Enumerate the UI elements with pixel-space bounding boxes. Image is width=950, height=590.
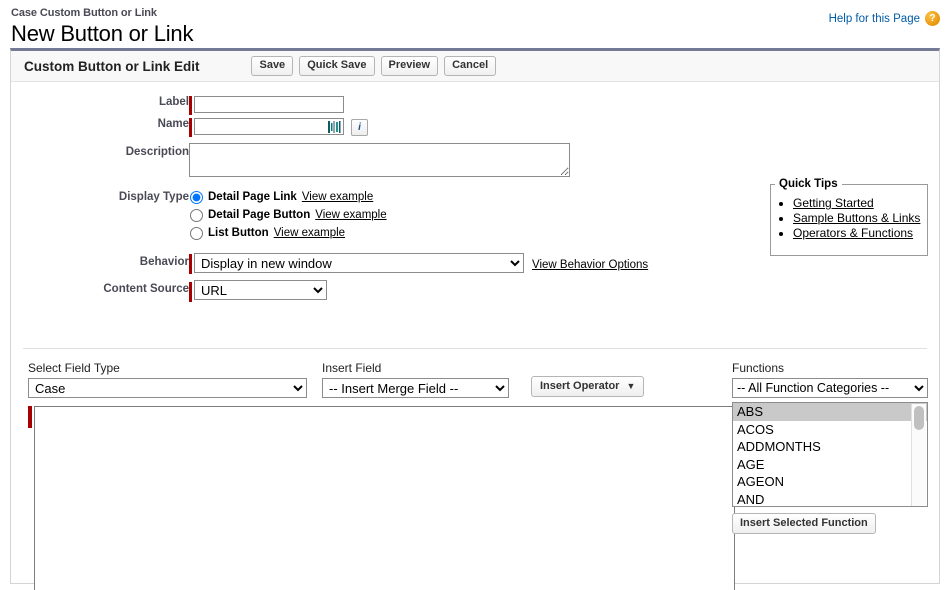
- name-input-wrap: [194, 118, 344, 136]
- insert-operator-group: Insert Operator ▼: [531, 376, 645, 398]
- label-row: Label: [11, 96, 648, 118]
- breadcrumb: Case Custom Button or Link: [11, 7, 157, 19]
- form-region: Label Name i Description Display Type De…: [11, 82, 939, 348]
- view-example-link-list-button[interactable]: View example: [274, 227, 345, 239]
- save-button[interactable]: Save: [251, 56, 294, 76]
- preview-button[interactable]: Preview: [380, 56, 439, 76]
- description-row: Description: [11, 140, 648, 180]
- content-source-select[interactable]: URL: [194, 280, 327, 301]
- view-behavior-options-link[interactable]: View Behavior Options: [532, 259, 648, 271]
- radio-label: List Button: [208, 227, 269, 239]
- display-type-row: Display Type Detail Page Link View examp…: [11, 180, 648, 242]
- insert-field-group: Insert Field -- Insert Merge Field --: [322, 361, 522, 398]
- quick-tip-link-getting-started[interactable]: Getting Started: [793, 196, 874, 210]
- view-example-link-detail-page-link[interactable]: View example: [302, 191, 373, 203]
- help-for-this-page-link[interactable]: Help for this Page: [829, 13, 920, 25]
- function-category-select[interactable]: -- All Function Categories --: [732, 378, 928, 398]
- page-title: New Button or Link: [11, 21, 194, 46]
- list-item: Sample Buttons & Links: [793, 211, 927, 225]
- custom-button-or-link-edit-panel: Custom Button or Link Edit Save Quick Sa…: [10, 48, 940, 590]
- label-input[interactable]: [194, 96, 344, 114]
- quick-save-button[interactable]: Quick Save: [299, 56, 375, 76]
- functions-listbox[interactable]: ABS ACOS ADDMONTHS AGE AGEON AND: [732, 402, 928, 507]
- quick-tips-list: Getting Started Sample Buttons & Links O…: [771, 196, 927, 240]
- required-marker: [189, 254, 192, 275]
- functions-scrollbar[interactable]: [911, 404, 926, 506]
- page-header: Case Custom Button or Link New Button or…: [0, 0, 950, 48]
- list-item: Operators & Functions: [793, 226, 927, 240]
- cancel-button[interactable]: Cancel: [444, 56, 497, 76]
- select-field-type-label: Select Field Type: [28, 361, 120, 375]
- insert-operator-label: Insert Operator: [540, 380, 620, 392]
- functions-panel: Functions -- All Function Categories -- …: [732, 361, 928, 534]
- quick-tips-box: Quick Tips Getting Started Sample Button…: [770, 178, 928, 256]
- content-source-label: Content Source: [103, 283, 189, 296]
- behavior-cell: Display in new window View Behavior Optio…: [189, 242, 648, 275]
- display-type-option-detail-page-link[interactable]: Detail Page Link View example: [189, 188, 648, 206]
- list-item[interactable]: ADDMONTHS: [733, 438, 927, 456]
- list-item[interactable]: AGE: [733, 456, 927, 474]
- list-item[interactable]: ABS: [733, 403, 927, 421]
- required-marker: [189, 281, 192, 302]
- help-area: Help for this Page ?: [829, 11, 940, 26]
- question-mark-circle-icon[interactable]: ?: [925, 11, 940, 26]
- name-info-button[interactable]: i: [351, 119, 368, 136]
- attributes-form: Label Name i Description Display Type De…: [11, 96, 648, 302]
- insert-field-select[interactable]: -- Insert Merge Field --: [322, 378, 509, 398]
- quick-tip-link-sample-buttons-links[interactable]: Sample Buttons & Links: [793, 211, 920, 225]
- name-row: Name i: [11, 118, 648, 140]
- display-type-option-detail-page-button[interactable]: Detail Page Button View example: [189, 206, 648, 224]
- label-field-label: Label: [158, 96, 189, 108]
- list-item[interactable]: AGEON: [733, 473, 927, 491]
- label-field-cell: [189, 96, 648, 118]
- display-type-cell: Detail Page Link View example Detail Pag…: [189, 180, 648, 242]
- functions-label: Functions: [732, 361, 785, 375]
- name-input[interactable]: [194, 118, 344, 136]
- behavior-label: Behavior: [139, 256, 189, 268]
- required-marker: [189, 118, 192, 137]
- name-field-label: Name: [157, 118, 189, 130]
- description-field-label: Description: [125, 146, 189, 158]
- radio-list-button[interactable]: [190, 226, 203, 240]
- formula-editor-region: Select Field Type Case Insert Field -- I…: [11, 349, 939, 590]
- content-source-row: Content Source URL: [11, 274, 648, 302]
- panel-title-bar: Custom Button or Link Edit Save Quick Sa…: [11, 51, 939, 82]
- list-item: Getting Started: [793, 196, 927, 210]
- radio-label: Detail Page Button: [208, 209, 311, 221]
- content-source-cell: URL: [189, 274, 648, 302]
- display-type-option-list-button[interactable]: List Button View example: [189, 224, 648, 242]
- select-field-type-group: Select Field Type Case: [28, 361, 313, 398]
- panel-title: Custom Button or Link Edit: [24, 58, 200, 74]
- display-type-label: Display Type: [118, 191, 189, 203]
- quick-tips-legend: Quick Tips: [779, 178, 838, 190]
- functions-scrollbar-thumb[interactable]: [914, 406, 924, 430]
- radio-detail-page-button[interactable]: [190, 208, 203, 222]
- description-field-cell: [189, 140, 648, 180]
- barcode-icon[interactable]: [327, 120, 341, 134]
- insert-field-label: Insert Field: [322, 361, 382, 375]
- behavior-select[interactable]: Display in new window: [194, 253, 524, 273]
- chevron-down-icon: ▼: [626, 381, 636, 391]
- insert-selected-function-button[interactable]: Insert Selected Function: [732, 513, 876, 534]
- radio-label: Detail Page Link: [208, 191, 297, 203]
- required-marker: [189, 96, 192, 115]
- insert-operator-button[interactable]: Insert Operator ▼: [531, 376, 645, 397]
- select-field-type-select[interactable]: Case: [28, 378, 307, 398]
- required-marker: [28, 406, 32, 428]
- behavior-row: Behavior Display in new window View Behav…: [11, 242, 648, 275]
- radio-detail-page-link[interactable]: [190, 190, 203, 204]
- panel-action-buttons: Save Quick Save Preview Cancel: [251, 56, 497, 76]
- name-field-cell: i: [189, 118, 648, 140]
- formula-textarea[interactable]: [34, 406, 735, 590]
- list-item[interactable]: ACOS: [733, 421, 927, 439]
- list-item[interactable]: AND: [733, 491, 927, 507]
- description-textarea[interactable]: [189, 143, 570, 177]
- quick-tip-link-operators-functions[interactable]: Operators & Functions: [793, 226, 913, 240]
- view-example-link-detail-page-button[interactable]: View example: [315, 209, 386, 221]
